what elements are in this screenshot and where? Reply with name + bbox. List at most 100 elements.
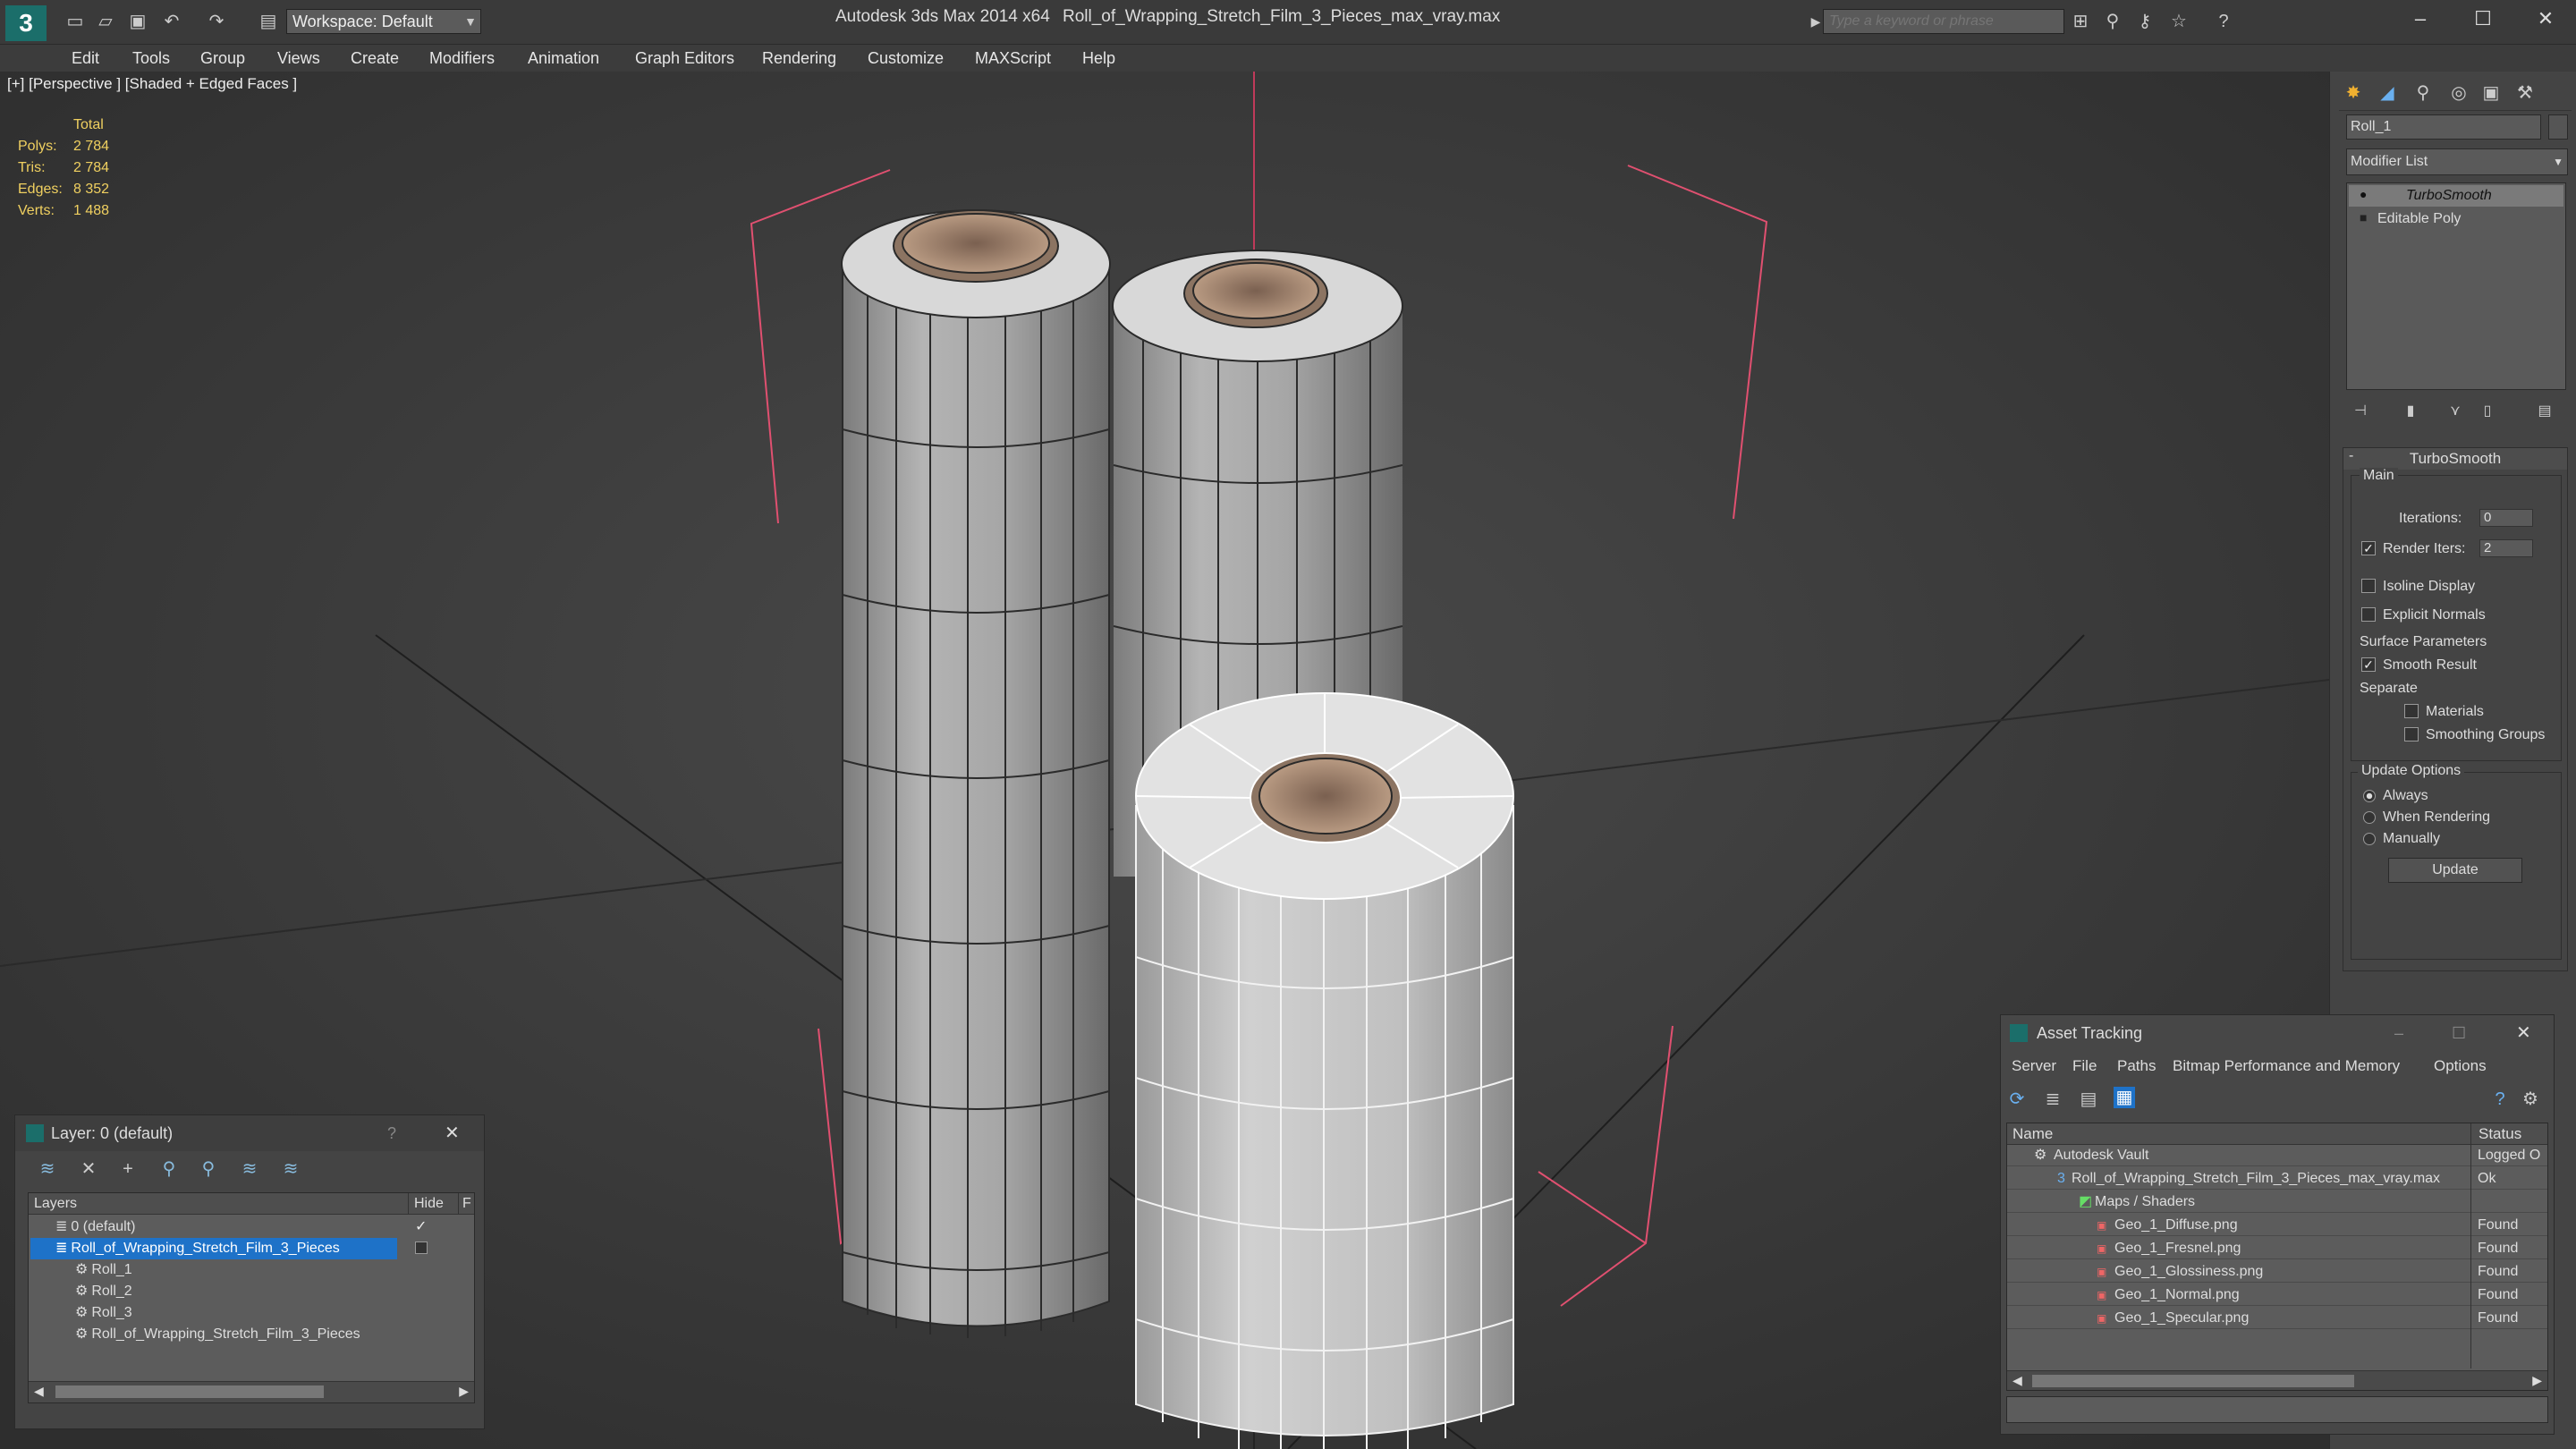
list-view-icon[interactable]: ≣ — [2042, 1089, 2063, 1110]
settings-icon[interactable]: ⚙ — [2520, 1089, 2541, 1110]
select-objects-icon[interactable]: ⚲ — [158, 1158, 180, 1180]
smoothing-groups-checkbox[interactable] — [2404, 727, 2419, 741]
menu-views[interactable]: Views — [277, 45, 320, 72]
new-layer-icon[interactable]: ≋ — [37, 1158, 58, 1180]
modifier-list-dropdown[interactable]: Modifier List ▼ — [2346, 148, 2568, 175]
project-folder-icon[interactable]: ▤ — [258, 11, 279, 32]
expand-plus-icon[interactable]: ■ — [2360, 210, 2367, 225]
manually-radio[interactable] — [2363, 833, 2376, 845]
menu-customize[interactable]: Customize — [868, 45, 944, 72]
remove-modifier-icon[interactable]: ▯ — [2477, 401, 2498, 422]
col-name[interactable]: Name — [2012, 1123, 2053, 1145]
scroll-right-icon[interactable]: ▶ — [459, 1384, 469, 1399]
asset-row[interactable]: 3 Roll_of_Wrapping_Stretch_Film_3_Pieces_… — [2007, 1168, 2547, 1190]
asset-row[interactable]: ▣ Geo_1_Normal.png Found — [2007, 1284, 2547, 1306]
hierarchy-tab-icon[interactable]: ⚲ — [2412, 82, 2434, 104]
object-row[interactable]: ⚙ Roll_of_Wrapping_Stretch_Film_3_Pieces — [29, 1324, 474, 1345]
asset-row[interactable]: ▣ Geo_1_Specular.png Found — [2007, 1308, 2547, 1329]
explicit-normals-checkbox[interactable] — [2361, 607, 2376, 622]
motion-tab-icon[interactable]: ◎ — [2448, 82, 2470, 104]
asset-scrollbar[interactable]: ◀ ▶ — [2007, 1370, 2547, 1390]
highlight-layer-icon[interactable]: ⚲ — [198, 1158, 219, 1180]
chevron-down-icon[interactable]: ▼ — [460, 11, 481, 32]
col-hide[interactable]: Hide — [408, 1193, 444, 1215]
collapse-minus-icon[interactable]: - — [2349, 448, 2353, 464]
menu-maxscript[interactable]: MAXScript — [975, 45, 1051, 72]
app-logo-icon[interactable]: 3 — [5, 5, 47, 41]
object-row[interactable]: ⚙ Roll_2 — [29, 1281, 474, 1302]
menu-group[interactable]: Group — [200, 45, 245, 72]
refresh-icon[interactable]: ⟳ — [2006, 1089, 2028, 1110]
save-icon[interactable]: ▣ — [127, 11, 148, 32]
minimize-icon[interactable]: – — [2394, 0, 2447, 38]
favorites-star-icon[interactable]: ☆ — [2168, 11, 2190, 32]
asset-row[interactable]: ▣ Geo_1_Diffuse.png Found — [2007, 1215, 2547, 1236]
undo-icon[interactable]: ↶ — [161, 11, 182, 32]
asset-tracking-titlebar[interactable]: Asset Tracking – ☐ ✕ — [2001, 1015, 2554, 1051]
scroll-thumb[interactable] — [2032, 1375, 2354, 1387]
hide-all-icon[interactable]: ≋ — [239, 1158, 260, 1180]
menu-tools[interactable]: Tools — [132, 45, 170, 72]
scroll-left-icon[interactable]: ◀ — [34, 1384, 44, 1399]
help-icon[interactable]: ? — [387, 1115, 396, 1151]
materials-checkbox[interactable] — [2404, 704, 2419, 718]
new-file-icon[interactable]: ▭ — [64, 11, 86, 32]
menu-help[interactable]: Help — [1082, 45, 1115, 72]
create-tab-icon[interactable]: ✸ — [2343, 82, 2364, 104]
scroll-left-icon[interactable]: ◀ — [2012, 1373, 2022, 1388]
asset-path-field[interactable] — [2006, 1396, 2548, 1423]
current-layer-checkbox[interactable] — [415, 1241, 428, 1254]
maximize-icon[interactable]: ☐ — [2452, 1015, 2466, 1051]
asset-menu-options[interactable]: Options — [2434, 1053, 2487, 1080]
asset-row[interactable]: ▣ Geo_1_Fresnel.png Found — [2007, 1238, 2547, 1259]
object-row[interactable]: ⚙ Roll_1 — [29, 1259, 474, 1281]
asset-menu-paths[interactable]: Paths — [2117, 1053, 2156, 1080]
help-icon[interactable]: ? — [2489, 1089, 2511, 1110]
show-end-result-icon[interactable]: ▮ — [2400, 401, 2421, 422]
lightbulb-icon[interactable]: ● — [2360, 187, 2367, 201]
render-iters-spinner[interactable]: 2 — [2479, 539, 2533, 557]
key-icon[interactable]: ⚲ — [2102, 11, 2123, 32]
detail-view-icon[interactable]: ▤ — [2078, 1089, 2099, 1110]
iterations-spinner[interactable]: 0 — [2479, 509, 2533, 527]
modify-tab-icon[interactable]: ◢ — [2377, 82, 2398, 104]
menu-animation[interactable]: Animation — [528, 45, 599, 72]
workspace-dropdown[interactable]: Workspace: Default — [286, 9, 481, 34]
pin-stack-icon[interactable]: ⊣ — [2350, 401, 2371, 422]
stack-item-editable-poly[interactable]: Editable Poly — [2349, 208, 2563, 230]
configure-sets-icon[interactable]: ▤ — [2534, 401, 2555, 422]
asset-menu-file[interactable]: File — [2072, 1053, 2097, 1080]
rollout-title[interactable]: TurboSmooth — [2343, 448, 2567, 470]
smooth-result-checkbox[interactable]: ✓ — [2361, 657, 2376, 672]
col-status[interactable]: Status — [2470, 1123, 2521, 1145]
render-iters-checkbox[interactable]: ✓ — [2361, 541, 2376, 555]
help-icon[interactable]: ? — [2213, 11, 2234, 32]
add-to-layer-icon[interactable]: + — [117, 1158, 139, 1180]
freeze-all-icon[interactable]: ≋ — [280, 1158, 301, 1180]
scroll-thumb[interactable] — [55, 1385, 324, 1398]
layer-row[interactable]: ≣ Roll_of_Wrapping_Stretch_Film_3_Pieces — [30, 1238, 397, 1259]
minimize-icon[interactable]: – — [2394, 1015, 2403, 1051]
utilities-tab-icon[interactable]: ⚒ — [2514, 82, 2536, 104]
display-tab-icon[interactable]: ▣ — [2480, 82, 2502, 104]
close-icon[interactable]: ✕ — [445, 1115, 460, 1151]
menu-modifiers[interactable]: Modifiers — [429, 45, 495, 72]
binoculars-icon[interactable]: ⊞ — [2070, 11, 2091, 32]
isoline-display-checkbox[interactable] — [2361, 579, 2376, 593]
when-rendering-radio[interactable] — [2363, 811, 2376, 824]
menu-graph-editors[interactable]: Graph Editors — [635, 45, 734, 72]
redo-icon[interactable]: ↷ — [206, 11, 227, 32]
layer-row[interactable]: ≣ 0 (default) ✓ — [29, 1216, 474, 1238]
asset-menu-bitmap[interactable]: Bitmap Performance and Memory — [2173, 1053, 2400, 1080]
close-icon[interactable]: ✕ — [2516, 1015, 2531, 1051]
col-layers[interactable]: Layers — [34, 1193, 77, 1215]
scroll-right-icon[interactable]: ▶ — [2532, 1373, 2542, 1388]
close-icon[interactable]: ✕ — [2519, 0, 2572, 38]
current-layer-check-icon[interactable]: ✓ — [415, 1216, 427, 1238]
asset-row[interactable]: ⚙ Autodesk Vault Logged O — [2007, 1145, 2547, 1166]
asset-row[interactable]: ▣ Geo_1_Glossiness.png Found — [2007, 1261, 2547, 1283]
menu-edit[interactable]: Edit — [72, 45, 99, 72]
layer-scrollbar[interactable]: ◀ ▶ — [29, 1381, 474, 1402]
make-unique-icon[interactable]: ⋎ — [2445, 401, 2466, 422]
asset-menu-server[interactable]: Server — [2012, 1053, 2056, 1080]
